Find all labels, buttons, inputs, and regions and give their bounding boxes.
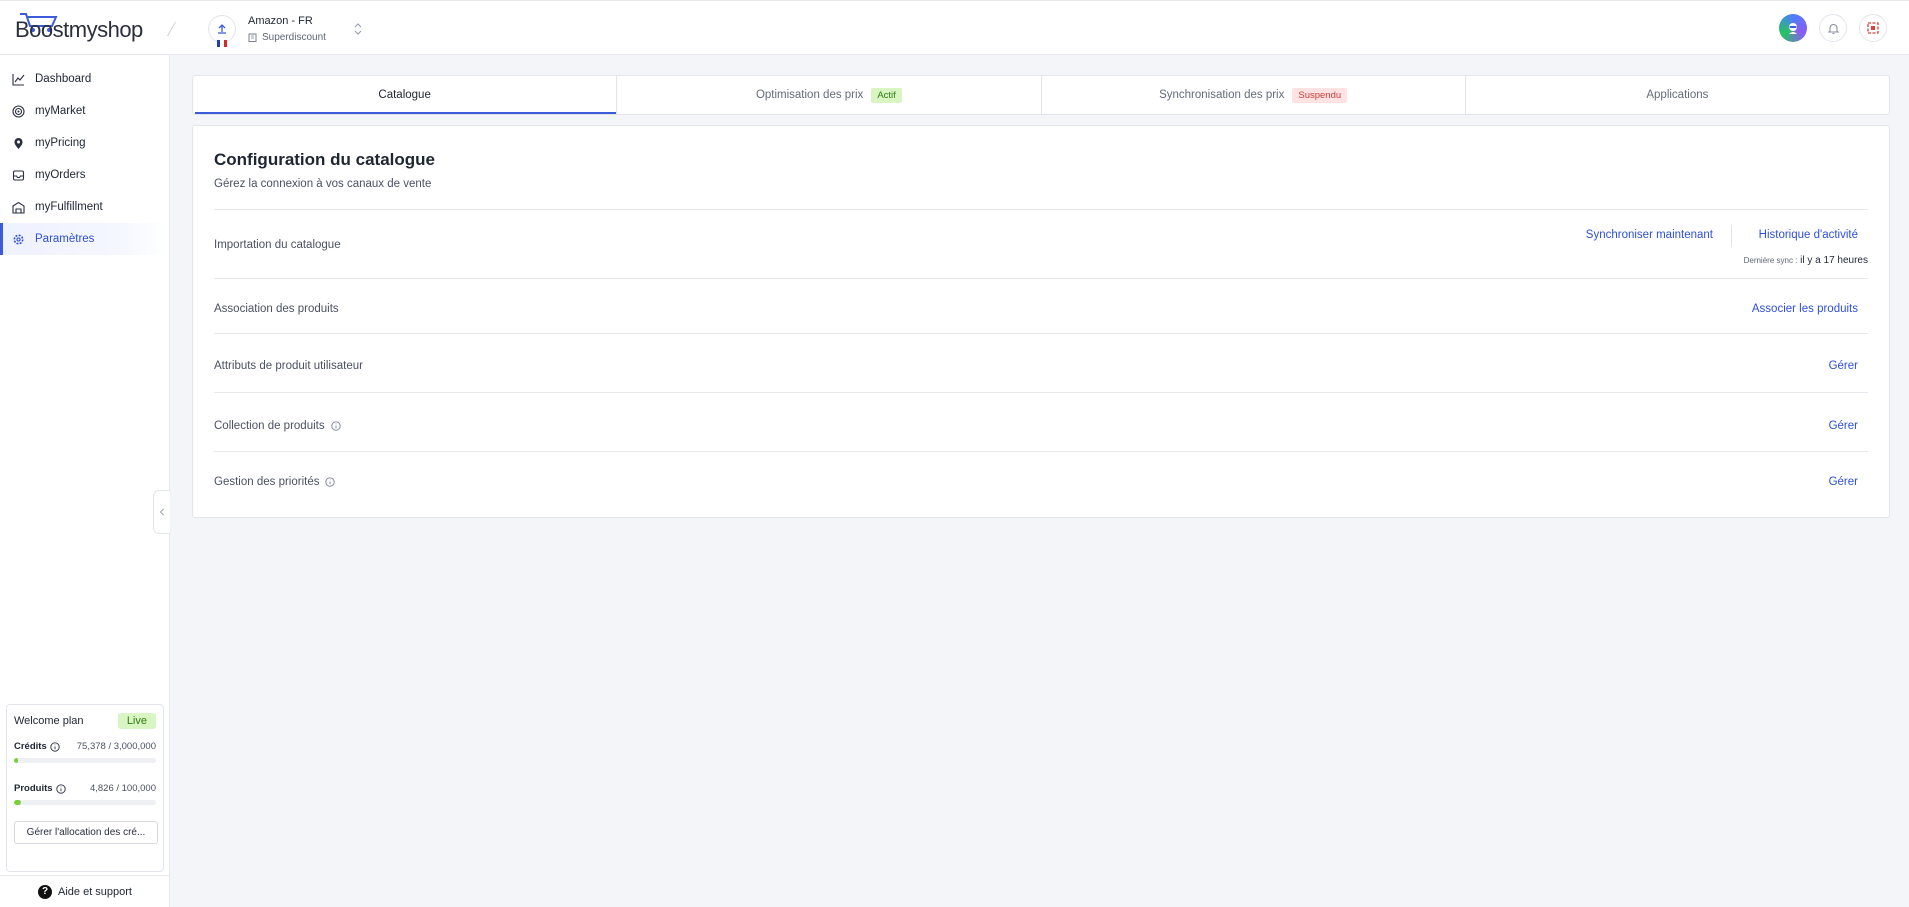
products-meter: Produits 4,826 / 100,000 — [14, 783, 156, 805]
shop-button[interactable] — [1859, 14, 1887, 42]
tab-label: Applications — [1646, 89, 1709, 101]
store-avatar — [208, 15, 236, 47]
tab-applications[interactable]: Applications — [1466, 76, 1889, 114]
status-badge: Suspendu — [1292, 87, 1348, 103]
actions-divider — [1731, 225, 1732, 247]
manage-collection-link[interactable]: Gérer — [1829, 420, 1858, 432]
settings-tabs: Catalogue Optimisation des prix Actif Sy… — [192, 75, 1890, 115]
row-label: Association des produits — [214, 303, 339, 315]
sidebar-nav: Dashboard myMarket myPricing myOrders my… — [0, 63, 169, 255]
activity-history-link[interactable]: Historique d'activité — [1759, 229, 1858, 241]
last-sync-value: il y a 17 heures — [1800, 255, 1868, 266]
row-label: Attributs de produit utilisateur — [214, 360, 363, 372]
last-sync-label: Dernière sync : — [1743, 256, 1798, 265]
sidebar-item-mymarket[interactable]: myMarket — [0, 95, 169, 127]
user-avatar[interactable] — [1779, 14, 1807, 42]
sidebar-item-label: Dashboard — [35, 73, 92, 85]
france-flag-icon — [217, 40, 227, 47]
chart-line-icon — [12, 73, 25, 86]
sidebar-item-dashboard[interactable]: Dashboard — [0, 63, 169, 95]
products-value: 4,826 / 100,000 — [89, 783, 156, 794]
info-icon[interactable] — [325, 477, 336, 487]
logo-text: Boostmyshop — [15, 17, 143, 42]
sidebar-item-label: myPricing — [35, 137, 86, 149]
info-icon[interactable] — [50, 741, 60, 752]
row-label: Importation du catalogue — [214, 239, 341, 251]
info-icon[interactable] — [55, 783, 66, 794]
notifications-button[interactable] — [1819, 14, 1847, 42]
settings-row-priorities: Gestion des priorités Gérer — [214, 451, 1868, 511]
manage-attributes-link[interactable]: Gérer — [1829, 360, 1858, 372]
sidebar-item-label: myOrders — [35, 169, 86, 181]
credits-progress-fill — [14, 758, 18, 763]
credits-meter: Crédits 75,378 / 3,000,000 — [14, 741, 156, 763]
chevron-left-icon — [159, 508, 164, 516]
info-icon[interactable] — [330, 421, 341, 431]
header-divider — [155, 22, 177, 36]
tab-label: Catalogue — [378, 89, 431, 101]
tab-synchronisation-des-prix[interactable]: Synchronisation des prix Suspendu — [1042, 76, 1466, 114]
row-label: Gestion des priorités — [214, 476, 320, 488]
credits-label: Crédits — [14, 741, 47, 752]
help-icon: ? — [38, 884, 52, 899]
sidebar: Dashboard myMarket myPricing myOrders my… — [0, 55, 170, 907]
store-switcher[interactable]: Amazon - FR Superdiscount — [208, 11, 368, 47]
plan-name: Welcome plan — [14, 715, 84, 727]
page-subtitle: Gérez la connexion à vos canaux de vente — [214, 178, 432, 190]
settings-row-attributes: Attributs de produit utilisateur Gérer — [214, 333, 1868, 392]
inbox-icon — [12, 169, 25, 181]
sidebar-item-myorders[interactable]: myOrders — [0, 159, 169, 191]
settings-row-association: Association des produits Associer les pr… — [214, 278, 1868, 333]
products-progress-bar — [14, 800, 156, 805]
shop-icon — [1867, 22, 1879, 34]
page-title: Configuration du catalogue — [214, 150, 435, 169]
associate-products-link[interactable]: Associer les produits — [1752, 303, 1858, 315]
sync-now-link[interactable]: Synchroniser maintenant — [1586, 229, 1713, 241]
top-bar: Boostmyshop Amazon - FR Superdiscount — [0, 0, 1909, 55]
bell-icon — [1827, 23, 1839, 34]
chevron-updown-icon — [354, 23, 362, 35]
tab-optimisation-des-prix[interactable]: Optimisation des prix Actif — [617, 76, 1042, 114]
last-sync-info: Dernière sync : il y a 17 heures — [1744, 255, 1868, 266]
help-label: Aide et support — [58, 885, 132, 898]
tab-label: Optimisation des prix — [755, 89, 864, 101]
credits-value: 75,378 / 3,000,000 — [76, 741, 156, 752]
plan-status-badge: Live — [117, 713, 156, 729]
help-support-link[interactable]: ? Aide et support — [0, 875, 170, 907]
tab-catalogue[interactable]: Catalogue — [193, 76, 618, 114]
brand-logo[interactable]: Boostmyshop — [14, 13, 143, 43]
upload-icon — [218, 24, 226, 34]
row-label: Collection de produits — [214, 420, 325, 432]
sidebar-item-label: myFulfillment — [35, 201, 103, 213]
sidebar-item-mypricing[interactable]: myPricing — [0, 127, 169, 159]
gear-icon — [13, 234, 24, 244]
tab-label: Synchronisation des prix — [1159, 89, 1285, 101]
products-label: Produits — [14, 783, 53, 794]
store-name: Amazon - FR — [248, 14, 313, 27]
sidebar-item-myfulfillment[interactable]: myFulfillment — [0, 191, 169, 223]
catalogue-config-panel: Configuration du catalogue Gérez la conn… — [192, 125, 1890, 518]
location-pin-icon — [14, 137, 23, 149]
plan-card: Welcome plan Live Crédits 75,378 / 3,000… — [6, 704, 164, 872]
products-progress-fill — [14, 800, 21, 805]
avatar-icon — [1789, 23, 1797, 34]
radar-icon — [12, 104, 25, 118]
manage-credit-allocation-button[interactable]: Gérer l'allocation des cré... — [14, 821, 158, 844]
settings-row-collection: Collection de produits Gérer — [214, 392, 1868, 451]
collapse-sidebar-button[interactable] — [153, 490, 170, 534]
manage-priorities-link[interactable]: Gérer — [1829, 476, 1858, 488]
settings-row-import: Importation du catalogue Synchroniser ma… — [214, 209, 1868, 278]
store-sub-name: Superdiscount — [262, 31, 326, 43]
sidebar-item-label: myMarket — [35, 105, 86, 117]
building-icon — [248, 33, 257, 42]
sidebar-item-parametres[interactable]: Paramètres — [0, 223, 169, 255]
warehouse-icon — [12, 201, 25, 214]
status-badge: Actif — [871, 87, 902, 103]
credits-progress-bar — [14, 758, 156, 763]
sidebar-item-label: Paramètres — [35, 233, 95, 245]
